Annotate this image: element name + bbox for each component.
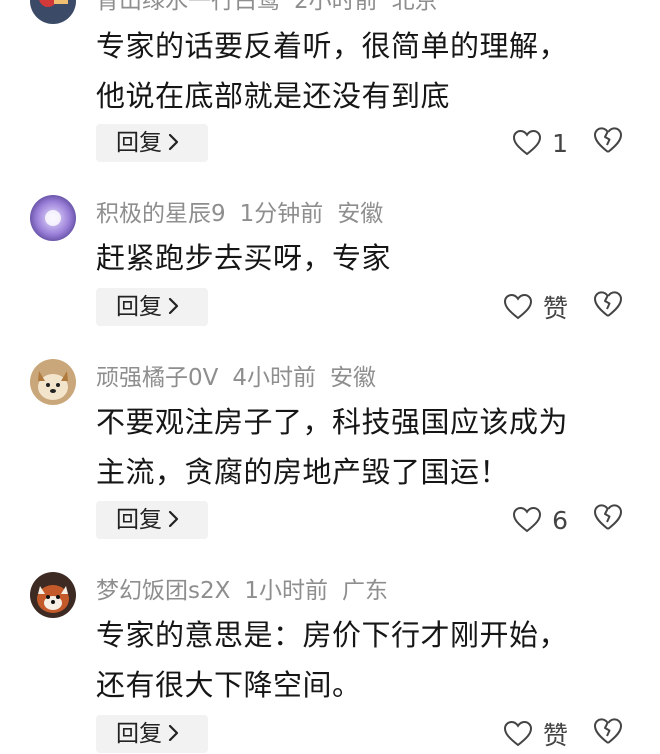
broken-heart-icon bbox=[594, 127, 622, 153]
location: 广东 bbox=[342, 578, 389, 604]
like-button[interactable]: 赞 bbox=[478, 714, 568, 754]
location: 安徽 bbox=[337, 201, 384, 227]
like-count: 1 bbox=[552, 128, 568, 158]
reply-button[interactable]: 回复 bbox=[96, 715, 208, 753]
like-count: 赞 bbox=[542, 294, 568, 323]
heart-icon bbox=[513, 506, 542, 533]
dislike-button[interactable] bbox=[592, 502, 628, 538]
reply-label: 回复 bbox=[116, 130, 162, 156]
comment-text: 不要观注房子了，科技强国应该成为 主流，贪腐的房地产毁了国运！ bbox=[96, 397, 636, 497]
username[interactable]: 顽强橘子0V bbox=[96, 365, 218, 391]
username[interactable]: 青山绿水一行白鹭 bbox=[96, 0, 280, 14]
comment-meta: 积极的星辰9 1分钟前 安徽 bbox=[96, 199, 397, 229]
dislike-button[interactable] bbox=[592, 716, 628, 752]
dislike-button[interactable] bbox=[592, 289, 628, 325]
comment-text: 赶紧跑步去买呀，专家 bbox=[96, 233, 636, 283]
timestamp: 1分钟前 bbox=[239, 201, 324, 227]
chevron-right-icon bbox=[168, 297, 179, 314]
reply-label: 回复 bbox=[116, 721, 162, 747]
comment-line: 专家的意思是：房价下行才刚开始， bbox=[96, 618, 569, 652]
broken-heart-icon bbox=[594, 718, 622, 744]
comment-meta: 顽强橘子0V 4小时前 安徽 bbox=[96, 363, 390, 393]
avatar[interactable] bbox=[30, 572, 76, 618]
dislike-button[interactable] bbox=[592, 125, 628, 161]
like-button[interactable]: 赞 bbox=[478, 287, 568, 327]
heart-icon bbox=[503, 720, 532, 747]
comment-line: 他说在底部就是还没有到底 bbox=[96, 79, 451, 113]
heart-icon bbox=[503, 293, 532, 320]
location: 安徽 bbox=[330, 365, 377, 391]
username[interactable]: 积极的星辰9 bbox=[96, 201, 226, 227]
reply-label: 回复 bbox=[116, 507, 162, 533]
reply-button[interactable]: 回复 bbox=[96, 288, 208, 326]
avatar[interactable] bbox=[30, 359, 76, 405]
reply-button[interactable]: 回复 bbox=[96, 501, 208, 539]
timestamp: 1小时前 bbox=[244, 578, 329, 604]
like-count: 赞 bbox=[542, 721, 568, 750]
broken-heart-icon bbox=[594, 291, 622, 317]
like-button[interactable]: 1 bbox=[478, 123, 568, 163]
comment-line: 不要观注房子了，科技强国应该成为 bbox=[96, 405, 569, 439]
chevron-right-icon bbox=[168, 724, 179, 741]
like-count: 6 bbox=[552, 505, 568, 535]
avatar[interactable] bbox=[30, 195, 76, 241]
username[interactable]: 梦幻饭团s2X bbox=[96, 578, 230, 604]
comment-line: 专家的话要反着听，很简单的理解， bbox=[96, 29, 569, 63]
heart-icon bbox=[513, 129, 542, 156]
chevron-right-icon bbox=[168, 510, 179, 527]
avatar[interactable] bbox=[30, 0, 76, 24]
comment-line: 还有很大下降空间。 bbox=[96, 668, 362, 702]
comment-line: 赶紧跑步去买呀，专家 bbox=[96, 241, 392, 275]
location: 北京 bbox=[391, 0, 438, 14]
timestamp: 2小时前 bbox=[294, 0, 378, 14]
comment-line: 主流，贪腐的房地产毁了国运！ bbox=[96, 455, 510, 489]
like-button[interactable]: 6 bbox=[478, 500, 568, 540]
comment-meta: 梦幻饭团s2X 1小时前 广东 bbox=[96, 576, 402, 606]
comment-meta: 青山绿水一行白鹭 2小时前 北京 bbox=[96, 0, 452, 16]
timestamp: 4小时前 bbox=[232, 365, 317, 391]
broken-heart-icon bbox=[594, 504, 622, 530]
chevron-right-icon bbox=[168, 133, 179, 150]
reply-label: 回复 bbox=[116, 294, 162, 320]
reply-button[interactable]: 回复 bbox=[96, 124, 208, 162]
comment-text: 专家的意思是：房价下行才刚开始， 还有很大下降空间。 bbox=[96, 610, 636, 710]
comment-text: 专家的话要反着听，很简单的理解， 他说在底部就是还没有到底 bbox=[96, 21, 636, 121]
